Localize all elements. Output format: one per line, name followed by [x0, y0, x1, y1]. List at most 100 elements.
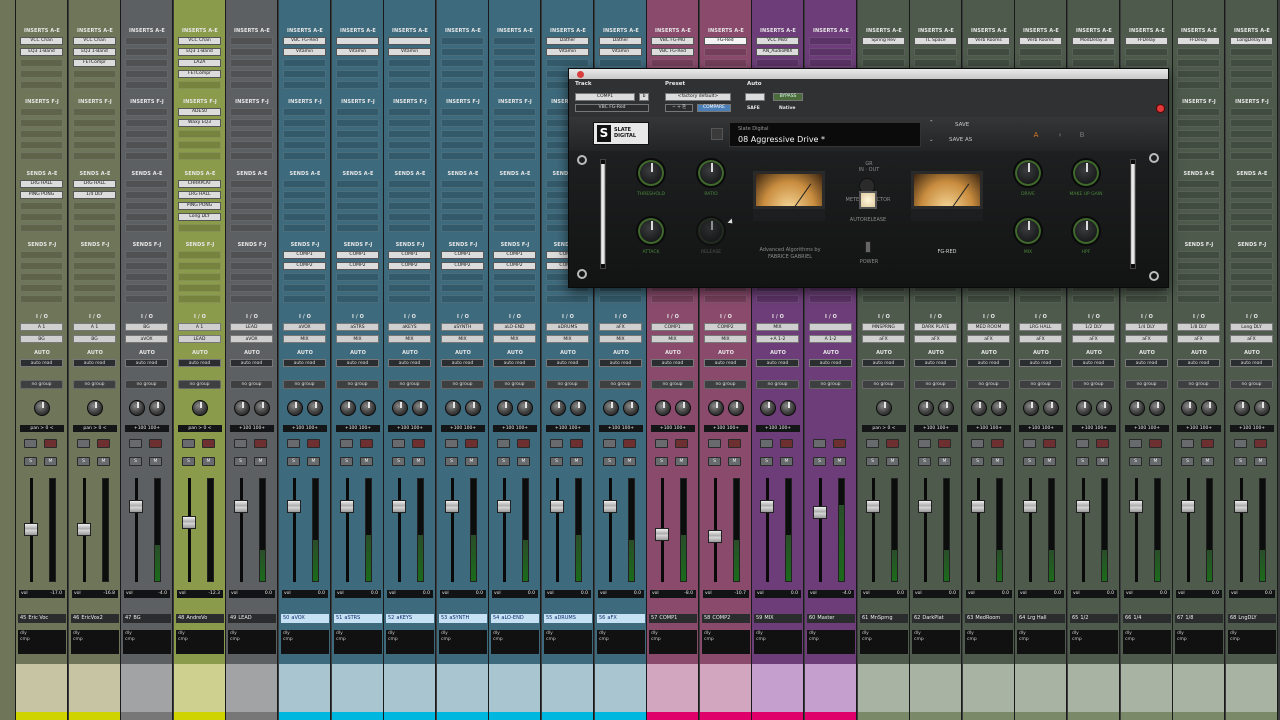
- insert-slot[interactable]: [1125, 48, 1168, 56]
- send-slot[interactable]: [441, 224, 484, 232]
- insert-slot[interactable]: [809, 48, 852, 56]
- insert-slot[interactable]: [336, 141, 379, 149]
- insert-slot[interactable]: [230, 152, 273, 160]
- automation-mode-selector[interactable]: auto read: [1072, 359, 1115, 367]
- pan-knob-right[interactable]: [412, 400, 428, 416]
- input-monitor-button[interactable]: [1149, 439, 1162, 448]
- send-slot[interactable]: [1230, 180, 1273, 188]
- record-button[interactable]: [445, 439, 458, 448]
- insert-slot[interactable]: [125, 130, 168, 138]
- input-monitor-button[interactable]: [97, 439, 110, 448]
- safe-label[interactable]: SAFE: [747, 106, 760, 111]
- pan-knob-right[interactable]: [149, 400, 165, 416]
- insert-slot[interactable]: [704, 48, 747, 56]
- send-slot[interactable]: [388, 273, 431, 281]
- send-slot[interactable]: [1230, 295, 1273, 303]
- send-slot[interactable]: [20, 224, 63, 232]
- input-selector[interactable]: aLO-END: [493, 323, 536, 331]
- volume-fader[interactable]: [445, 500, 459, 513]
- send-slot[interactable]: [388, 202, 431, 210]
- send-slot[interactable]: COMP2: [336, 262, 379, 270]
- volume-fader[interactable]: [129, 500, 143, 513]
- insert-slot[interactable]: [493, 37, 536, 45]
- insert-slot[interactable]: [441, 108, 484, 116]
- input-selector[interactable]: 1/4 DLY: [1125, 323, 1168, 331]
- output-selector[interactable]: +A 1-2: [756, 335, 799, 343]
- send-slot[interactable]: [1019, 295, 1062, 303]
- input-monitor-button[interactable]: [44, 439, 57, 448]
- insert-slot[interactable]: [336, 108, 379, 116]
- track-name[interactable]: 65 1/2: [1070, 614, 1118, 623]
- mute-button[interactable]: M: [1043, 457, 1056, 466]
- insert-slot[interactable]: [73, 81, 116, 89]
- insert-slot[interactable]: [125, 70, 168, 78]
- output-selector[interactable]: aFX: [862, 335, 905, 343]
- insert-slot[interactable]: VCC Mstr: [756, 37, 799, 45]
- mute-button[interactable]: M: [780, 457, 793, 466]
- send-slot[interactable]: [1230, 202, 1273, 210]
- input-monitor-button[interactable]: [1201, 439, 1214, 448]
- insert-slot[interactable]: H-Delay: [1125, 37, 1168, 45]
- send-slot[interactable]: [73, 213, 116, 221]
- send-slot[interactable]: [73, 284, 116, 292]
- mute-button[interactable]: M: [517, 457, 530, 466]
- input-selector[interactable]: DARK PLATE: [914, 323, 957, 331]
- volume-fader[interactable]: [234, 500, 248, 513]
- insert-slot[interactable]: FETCompr: [73, 59, 116, 67]
- send-slot[interactable]: [1177, 284, 1220, 292]
- send-slot[interactable]: [283, 213, 326, 221]
- send-slot[interactable]: [1230, 224, 1273, 232]
- send-slot[interactable]: [230, 295, 273, 303]
- group-selector[interactable]: no group: [1019, 380, 1062, 389]
- insert-slot[interactable]: [230, 48, 273, 56]
- insert-slot[interactable]: [20, 141, 63, 149]
- send-slot[interactable]: [493, 191, 536, 199]
- track-name[interactable]: 54 aLO-END: [491, 614, 539, 623]
- send-slot[interactable]: [125, 284, 168, 292]
- drive-knob[interactable]: [1013, 158, 1043, 188]
- send-slot[interactable]: [283, 191, 326, 199]
- pan-knob-right[interactable]: [938, 400, 954, 416]
- bypass-button[interactable]: BYPASS: [773, 93, 803, 101]
- input-selector[interactable]: MIX: [756, 323, 799, 331]
- solo-button[interactable]: S: [182, 457, 195, 466]
- solo-button[interactable]: S: [1129, 457, 1142, 466]
- insert-slot[interactable]: [230, 59, 273, 67]
- automation-mode-selector[interactable]: auto read: [493, 359, 536, 367]
- pan-knob-left[interactable]: [497, 400, 513, 416]
- insert-slot[interactable]: [125, 59, 168, 67]
- solo-button[interactable]: S: [1076, 457, 1089, 466]
- record-button[interactable]: [129, 439, 142, 448]
- native-label[interactable]: Native: [779, 106, 795, 111]
- input-selector[interactable]: COMP2: [704, 323, 747, 331]
- input-monitor-button[interactable]: [412, 439, 425, 448]
- send-slot[interactable]: [1177, 202, 1220, 210]
- track-name[interactable]: 49 LEAD: [228, 614, 276, 623]
- insert-slot[interactable]: H-Delay: [1177, 37, 1220, 45]
- insert-slot[interactable]: [441, 37, 484, 45]
- insert-slot[interactable]: [178, 130, 221, 138]
- send-slot[interactable]: [914, 295, 957, 303]
- send-slot[interactable]: [967, 295, 1010, 303]
- send-slot[interactable]: [1177, 180, 1220, 188]
- insert-slot[interactable]: [125, 81, 168, 89]
- send-slot[interactable]: [1177, 224, 1220, 232]
- mute-button[interactable]: M: [991, 457, 1004, 466]
- insert-slot[interactable]: [20, 130, 63, 138]
- track-name[interactable]: 63 MedRoom: [965, 614, 1013, 623]
- send-slot[interactable]: [1177, 251, 1220, 259]
- insert-slot[interactable]: [178, 141, 221, 149]
- send-slot[interactable]: [336, 273, 379, 281]
- send-slot[interactable]: LRG HALL: [20, 180, 63, 188]
- input-selector[interactable]: BG: [125, 323, 168, 331]
- insert-slot[interactable]: [1230, 108, 1273, 116]
- pan-knob-left[interactable]: [234, 400, 250, 416]
- output-selector[interactable]: MIX: [493, 335, 536, 343]
- insert-slot[interactable]: [336, 59, 379, 67]
- send-slot[interactable]: [20, 251, 63, 259]
- insert-slot[interactable]: Vitamin: [336, 48, 379, 56]
- output-rail[interactable]: [1130, 159, 1136, 269]
- send-slot[interactable]: [125, 213, 168, 221]
- send-slot[interactable]: [73, 273, 116, 281]
- pan-knob-right[interactable]: [570, 400, 586, 416]
